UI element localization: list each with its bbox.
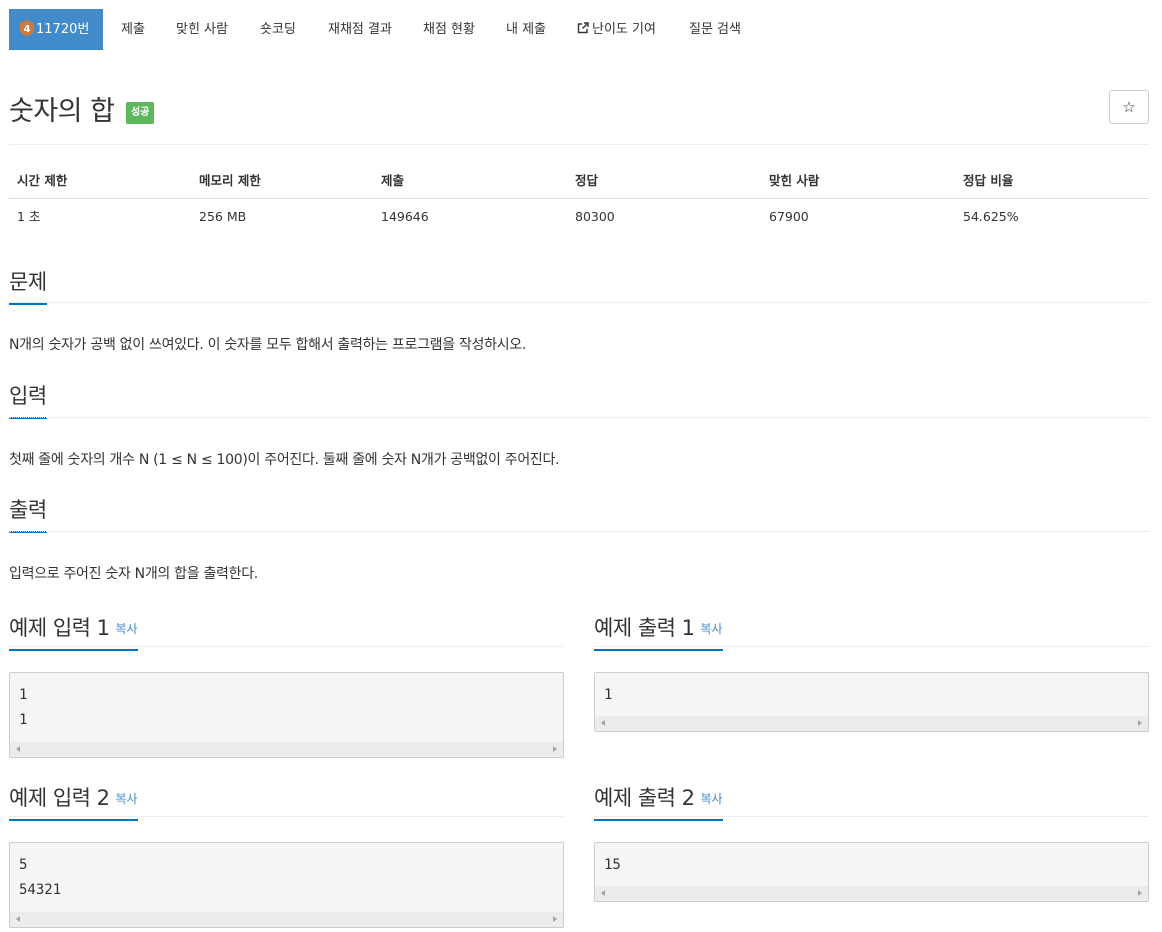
- section-output-text: 입력으로 주어진 숫자 N개의 합을 출력한다.: [9, 566, 258, 582]
- sample-output-1-box[interactable]: 1: [594, 672, 1149, 732]
- status-badge: 성공: [126, 102, 155, 124]
- horizontal-scrollbar[interactable]: [595, 716, 1148, 731]
- header-accepted-users: 맞힌 사람: [769, 173, 820, 188]
- title-divider: [9, 144, 1149, 145]
- nav-accepted-users[interactable]: 맞힌 사람: [176, 9, 228, 50]
- scroll-right-icon[interactable]: [1138, 720, 1142, 726]
- header-submissions: 제출: [381, 173, 405, 188]
- horizontal-scrollbar[interactable]: [10, 742, 563, 757]
- section-input-title: 입력: [9, 380, 47, 419]
- header-time-limit: 시간 제한: [17, 173, 68, 188]
- section-description-rule: [9, 302, 1149, 303]
- section-description-text: N개의 숫자가 공백 없이 쓰여있다. 이 숫자를 모두 합해서 출력하는 프로…: [9, 337, 527, 353]
- copy-sample-output-1-link[interactable]: 복사: [701, 622, 723, 636]
- nav-my-submissions[interactable]: 내 제출: [506, 9, 546, 50]
- scroll-left-icon[interactable]: [16, 916, 20, 922]
- section-description-title: 문제: [9, 266, 47, 305]
- nav-status[interactable]: 채점 현황: [423, 9, 475, 50]
- section-output-rule: [9, 531, 1149, 532]
- problem-title: 숫자의 합: [9, 96, 115, 127]
- scroll-left-icon[interactable]: [601, 720, 605, 726]
- info-table-row: 1 초 256 MB 149646 80300 67900 54.625%: [9, 199, 1149, 235]
- section-input-text: 첫째 줄에 숫자의 개수 N (1 ≤ N ≤ 100)이 주어진다. 둘째 줄…: [9, 452, 560, 468]
- sample-input-2-box[interactable]: 5 54321: [9, 842, 564, 928]
- nav-problem-number[interactable]: 4 11720번: [9, 9, 103, 50]
- problem-info-table: 시간 제한 메모리 제한 제출 정답 맞힌 사람 정답 비율 1 초 256 M…: [9, 163, 1149, 235]
- sample-input-1-box[interactable]: 1 1: [9, 672, 564, 758]
- value-memory-limit: 256 MB: [199, 209, 247, 224]
- scroll-right-icon[interactable]: [1138, 890, 1142, 896]
- nav-rejudge-results[interactable]: 재채점 결과: [328, 9, 392, 50]
- copy-sample-input-1-link[interactable]: 복사: [116, 622, 138, 636]
- sample-input-2-label: 예제 입력 2: [9, 786, 110, 810]
- horizontal-scrollbar[interactable]: [595, 886, 1148, 901]
- scroll-right-icon[interactable]: [553, 746, 557, 752]
- horizontal-scrollbar[interactable]: [10, 912, 563, 927]
- header-accepted: 정답: [575, 173, 599, 188]
- sample-output-2-label: 예제 출력 2: [594, 786, 695, 810]
- sample-line: 15: [604, 857, 621, 873]
- sample-output-2-rule: [594, 816, 1149, 817]
- header-memory-limit: 메모리 제한: [199, 173, 261, 188]
- favorite-star-button[interactable]: ☆: [1109, 90, 1149, 124]
- sample-output-2-box[interactable]: 15: [594, 842, 1149, 902]
- nav-difficulty-contribution[interactable]: 난이도 기여: [577, 9, 656, 50]
- nav-short-coding[interactable]: 숏코딩: [260, 9, 296, 50]
- sample-output-1: 예제 출력 1 복사 1: [594, 612, 1149, 732]
- scroll-right-icon[interactable]: [553, 916, 557, 922]
- section-description: 문제 N개의 숫자가 공백 없이 쓰여있다. 이 숫자를 모두 합해서 출력하는…: [9, 266, 1149, 356]
- sample-line: 1: [19, 687, 28, 703]
- star-icon: ☆: [1122, 98, 1136, 116]
- value-accept-ratio: 54.625%: [963, 209, 1019, 224]
- section-input: 입력 첫째 줄에 숫자의 개수 N (1 ≤ N ≤ 100)이 주어진다. 둘…: [9, 380, 1149, 470]
- value-time-limit: 1 초: [17, 209, 41, 224]
- sample-input-1: 예제 입력 1 복사 1 1: [9, 612, 564, 758]
- header-accept-ratio: 정답 비율: [963, 173, 1014, 188]
- copy-sample-input-2-link[interactable]: 복사: [116, 792, 138, 806]
- sample-input-2: 예제 입력 2 복사 5 54321: [9, 782, 564, 928]
- section-output-title: 출력: [9, 494, 47, 533]
- sample-line: 54321: [19, 882, 62, 898]
- problem-number-label: 11720번: [36, 22, 90, 37]
- value-accepted: 80300: [575, 209, 615, 224]
- external-link-icon: [577, 22, 589, 34]
- sample-line: 1: [19, 712, 28, 728]
- copy-sample-output-2-link[interactable]: 복사: [701, 792, 723, 806]
- value-submissions: 149646: [381, 209, 429, 224]
- sample-line: 1: [604, 687, 613, 703]
- nav-question-search[interactable]: 질문 검색: [689, 9, 741, 50]
- level-badge-number: 4: [24, 24, 31, 35]
- scroll-left-icon[interactable]: [16, 746, 20, 752]
- nav-submit[interactable]: 제출: [121, 9, 145, 50]
- sample-input-1-label: 예제 입력 1: [9, 616, 110, 640]
- sample-output-2: 예제 출력 2 복사 15: [594, 782, 1149, 902]
- nav-difficulty-label: 난이도 기여: [592, 22, 656, 37]
- sample-output-1-rule: [594, 646, 1149, 647]
- sample-line: 5: [19, 857, 28, 873]
- sample-input-2-rule: [9, 816, 564, 817]
- level-badge-icon: 4: [20, 20, 34, 36]
- sample-output-1-label: 예제 출력 1: [594, 616, 695, 640]
- section-input-rule: [9, 417, 1149, 418]
- section-output: 출력 입력으로 주어진 숫자 N개의 합을 출력한다.: [9, 494, 1149, 584]
- problem-menu: 4 11720번 제출 맞힌 사람 숏코딩 재채점 결과 채점 현황 내 제출 …: [9, 9, 1153, 50]
- scroll-left-icon[interactable]: [601, 890, 605, 896]
- info-table-header: 시간 제한 메모리 제한 제출 정답 맞힌 사람 정답 비율: [9, 163, 1149, 199]
- sample-input-1-rule: [9, 646, 564, 647]
- value-accepted-users: 67900: [769, 209, 809, 224]
